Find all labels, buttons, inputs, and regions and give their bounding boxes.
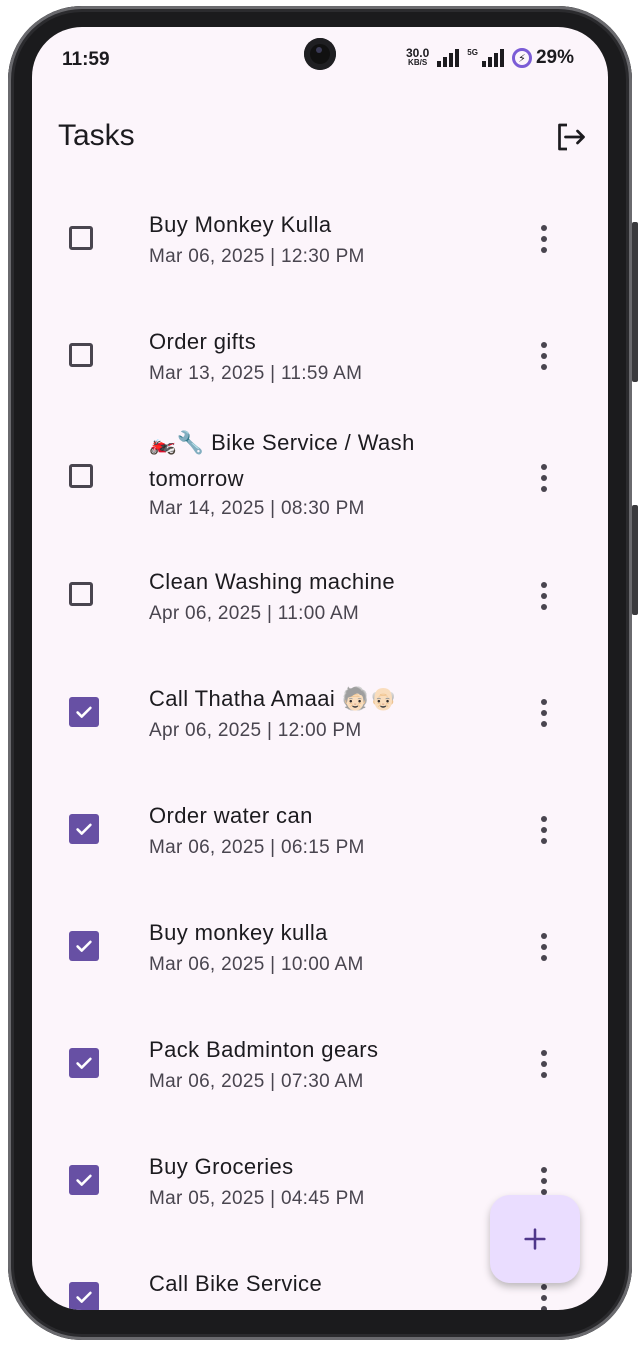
task-title: Clean Washing machine [149, 569, 396, 594]
task-title: Pack Badminton gears [149, 1037, 379, 1062]
task-checkbox-checked[interactable] [69, 1165, 99, 1195]
task-row[interactable]: Pack Badminton gears Mar 06, 2025 | 07:3… [32, 1012, 608, 1129]
task-checkbox-checked[interactable] [69, 697, 99, 727]
task-title: 🏍️🔧 Bike Service / Wash tomorrow [149, 430, 415, 491]
network-speed-unit: KB/S [408, 58, 428, 67]
task-row[interactable]: Order water can Mar 06, 2025 | 06:15 PM [32, 778, 608, 895]
task-date: Apr 06, 2025 | 12:00 PM [149, 720, 362, 741]
more-options-icon[interactable] [532, 1167, 556, 1195]
task-date: Mar 06, 2025 | 06:15 PM [149, 837, 365, 858]
add-task-button[interactable] [490, 1195, 580, 1283]
task-date: Mar 06, 2025 | 10:00 AM [149, 954, 364, 975]
task-row[interactable]: Buy monkey kulla Mar 06, 2025 | 10:00 AM [32, 895, 608, 1012]
task-date: Mar 06, 2025 | 12:30 PM [149, 246, 365, 267]
battery-charging-icon: ⚡ [511, 48, 532, 68]
volume-button [632, 222, 638, 382]
more-options-icon[interactable] [532, 933, 556, 961]
network-type-label: 5G [467, 47, 478, 57]
more-options-icon[interactable] [532, 582, 556, 610]
task-checkbox[interactable] [69, 464, 93, 488]
task-checkbox-checked[interactable] [69, 814, 99, 844]
plus-icon [524, 1228, 546, 1250]
task-title: Buy Groceries [149, 1154, 294, 1179]
task-title: Buy monkey kulla [149, 920, 328, 945]
check-icon [76, 940, 92, 952]
task-date: Mar 06, 2025 | 07:30 AM [149, 1071, 364, 1092]
check-icon [76, 706, 92, 718]
task-row[interactable]: Buy Monkey Kulla Mar 06, 2025 | 12:30 PM [32, 171, 608, 288]
task-checkbox-checked[interactable] [69, 1282, 99, 1310]
more-options-icon[interactable] [532, 816, 556, 844]
front-camera [304, 38, 336, 70]
signal-icon-2 [481, 49, 504, 67]
task-checkbox[interactable] [69, 582, 93, 606]
check-icon [76, 1057, 92, 1069]
status-bar: 11:59 30.0 KB/S 5G ⚡ 29% [32, 27, 608, 91]
more-options-icon[interactable] [532, 699, 556, 727]
battery-indicator: ⚡ 29% [511, 47, 574, 69]
task-title: Call Bike Service [149, 1271, 323, 1296]
task-checkbox-checked[interactable] [69, 931, 99, 961]
more-options-icon[interactable] [532, 342, 556, 370]
signal-icon [437, 49, 460, 67]
app-bar: Tasks [32, 91, 608, 181]
task-checkbox-checked[interactable] [69, 1048, 99, 1078]
task-row[interactable]: Order gifts Mar 13, 2025 | 11:59 AM [32, 288, 608, 405]
check-icon [76, 1174, 92, 1186]
task-date: Apr 06, 2025 | 11:00 AM [149, 603, 360, 624]
screen: 11:59 30.0 KB/S 5G ⚡ 29% Tasks Buy Monke… [32, 27, 608, 1310]
task-row[interactable]: Clean Washing machine Apr 06, 2025 | 11:… [32, 544, 608, 661]
status-icons: 30.0 KB/S 5G ⚡ 29% [406, 47, 574, 69]
check-icon [76, 823, 92, 835]
task-checkbox[interactable] [69, 226, 93, 250]
task-title: Call Thatha Amaai 🧓🏻👴🏻 [149, 686, 398, 711]
more-options-icon[interactable] [532, 1050, 556, 1078]
more-options-icon[interactable] [532, 225, 556, 253]
task-title: Order water can [149, 803, 313, 828]
task-title: Order gifts [149, 329, 257, 354]
task-row[interactable]: 🏍️🔧 Bike Service / Wash tomorrow Mar 14,… [32, 405, 608, 544]
task-title: Buy Monkey Kulla [149, 212, 332, 237]
network-speed-value: 30.0 [405, 46, 430, 60]
task-date: Mar 13, 2025 | 11:59 AM [149, 363, 363, 384]
task-list: Buy Monkey Kulla Mar 06, 2025 | 12:30 PM… [32, 171, 608, 1310]
status-time: 11:59 [62, 49, 110, 70]
task-checkbox[interactable] [69, 343, 93, 367]
logout-icon[interactable] [552, 119, 588, 155]
power-button [632, 505, 638, 615]
more-options-icon[interactable] [532, 464, 556, 492]
task-date: Mar 05, 2025 | 04:45 PM [149, 1188, 365, 1209]
task-row[interactable]: Call Thatha Amaai 🧓🏻👴🏻 Apr 06, 2025 | 12… [32, 661, 608, 778]
page-title: Tasks [58, 119, 135, 152]
battery-percent: 29% [535, 47, 574, 68]
network-speed: 30.0 KB/S [405, 46, 430, 67]
more-options-icon[interactable] [532, 1284, 556, 1310]
check-icon [76, 1291, 92, 1303]
task-date: Mar 14, 2025 | 08:30 PM [149, 498, 365, 519]
